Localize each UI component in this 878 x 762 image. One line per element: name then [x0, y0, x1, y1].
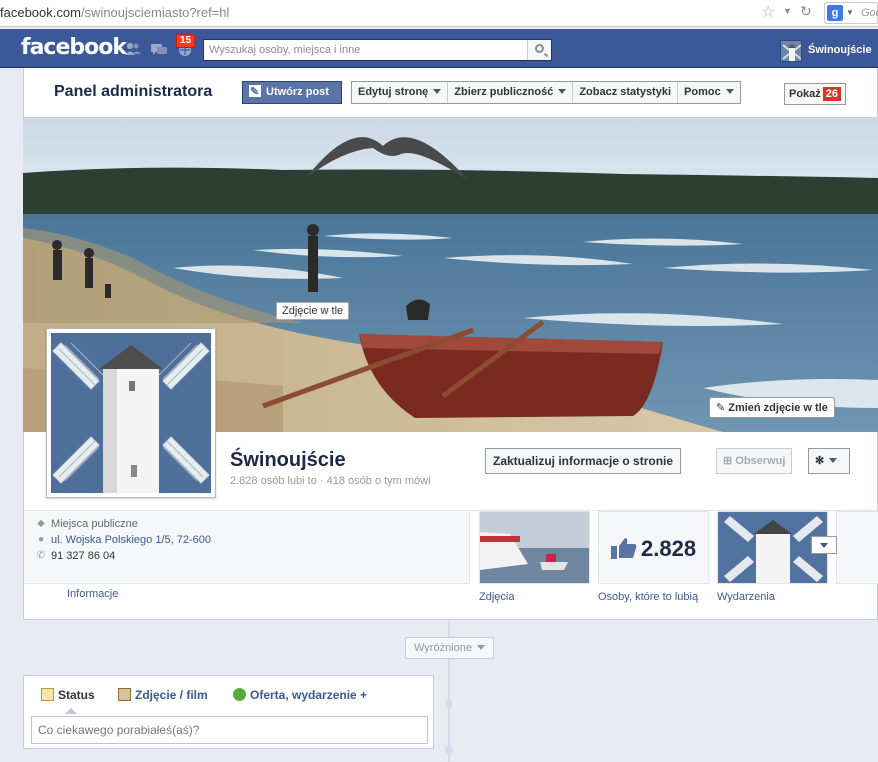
like-thumb-icon [611, 538, 637, 559]
admin-notifications-badge: 26 [822, 87, 842, 101]
tab-offer-label: Oferta, wydarzenie + [250, 688, 368, 702]
chevron-down-icon [820, 543, 828, 548]
photos-tile[interactable] [479, 511, 590, 584]
url-host: facebook.com [0, 5, 81, 20]
tab-offer-event[interactable]: Oferta, wydarzenie + [233, 688, 367, 702]
search-icon [535, 44, 544, 53]
featured-label: Wyróżnione [414, 642, 472, 654]
about-link[interactable]: Informacje [67, 588, 118, 600]
url-dropdown-icon[interactable]: ▼ [783, 6, 792, 16]
view-insights-label: Zobacz statystyki [579, 86, 672, 98]
follow-label: Obserwuj [735, 455, 786, 467]
change-cover-button[interactable]: ✎ Zmień zdjęcie w tle [709, 397, 835, 418]
address-text: ul. Wojska Polskiego 1/5, 72-600 [51, 534, 211, 546]
page-title[interactable]: Świnoujście [230, 449, 346, 472]
change-cover-label: Zmień zdjęcie w tle [728, 402, 828, 414]
offer-icon [233, 688, 246, 701]
reload-icon[interactable]: ↻ [800, 3, 812, 20]
category-text: Miejsca publiczne [51, 518, 138, 530]
chevron-down-icon [558, 89, 567, 94]
settings-dropdown-button[interactable]: ✻ [808, 448, 850, 474]
pencil-icon [249, 82, 261, 103]
chevron-down-icon [476, 645, 485, 650]
page-info-strip: ◆ Miejsca publiczne ● ul. Wojska Polskiego… [23, 510, 878, 620]
pencil-icon: ✎ [716, 402, 726, 414]
chevron-down-icon [433, 89, 442, 94]
status-note-icon [41, 688, 54, 701]
browser-url-bar[interactable]: facebook.com/swinoujsciemiasto?ref=hl ☆ … [0, 0, 878, 27]
edit-page-menu[interactable]: Edytuj stronę [352, 82, 449, 103]
update-info-button[interactable]: Zaktualizuj informacje o stronie [485, 448, 682, 474]
photos-label[interactable]: Zdjęcia [479, 591, 514, 603]
tab-status[interactable]: Status [41, 688, 95, 714]
gear-icon: ✻ [815, 455, 825, 467]
build-audience-label: Zbierz publiczność [454, 86, 554, 98]
google-icon: g [827, 5, 843, 21]
follow-icon: ⊞ [723, 455, 736, 467]
top-page-name-link[interactable]: Świnoujście [808, 44, 872, 56]
cover-photo-tooltip: Zdjęcie w tle [276, 302, 350, 320]
photo-icon [118, 688, 131, 701]
messages-icon[interactable] [150, 41, 168, 57]
search-engine-dropdown-icon[interactable]: ▼ [846, 8, 854, 17]
likes-label[interactable]: Osoby, które to lubią [598, 591, 698, 603]
facebook-top-bar: facebook 15 Świnoujście [0, 29, 878, 68]
map-pin-icon: ● [37, 534, 45, 545]
likes-count: 2.828 [641, 536, 697, 561]
category-row: ◆ Miejsca publiczne [37, 518, 138, 530]
phone-icon: ✆ [36, 550, 46, 561]
phone-row: ✆ 91 327 86 04 [37, 550, 116, 562]
about-box: ◆ Miejsca publiczne ● ul. Wojska Polskiego… [24, 511, 470, 584]
timeline-dot [445, 746, 453, 754]
url-path: /swinoujsciemiasto?ref=hl [80, 5, 230, 20]
show-label: Pokaż [789, 88, 821, 100]
page-avatar-small[interactable] [780, 40, 802, 62]
bookmark-star-icon[interactable]: ☆ [761, 2, 775, 22]
address-row[interactable]: ● ul. Wojska Polskiego 1/5, 72-600 [38, 534, 211, 546]
chevron-down-icon [829, 458, 838, 463]
chevron-down-icon [725, 89, 734, 94]
tab-photo-video[interactable]: Zdjęcie / film [118, 688, 208, 702]
windmill-image [51, 333, 211, 493]
search-input[interactable] [204, 40, 526, 60]
view-insights-button[interactable]: Zobacz statystyki [573, 82, 679, 103]
create-post-button[interactable]: Utwórz post [242, 81, 342, 104]
tab-photo-label: Zdjęcie / film [135, 688, 208, 702]
browser-search-box[interactable]: g ▼ Goo [824, 2, 878, 24]
edit-page-label: Edytuj stronę [358, 86, 429, 98]
tab-status-label: Status [58, 688, 95, 702]
search-box [203, 39, 552, 61]
admin-panel-title: Panel administratora [54, 83, 213, 100]
browser-search-placeholder: Goo [861, 7, 878, 19]
search-button[interactable] [527, 40, 551, 60]
help-menu[interactable]: Pomoc [678, 82, 740, 103]
phone-text: 91 327 86 04 [51, 550, 116, 562]
build-audience-menu[interactable]: Zbierz publiczność [448, 82, 574, 103]
admin-panel-bar: Panel administratora Utwórz post Edytuj … [23, 68, 878, 118]
create-post-label: Utwórz post [266, 86, 329, 98]
help-label: Pomoc [684, 86, 721, 98]
notifications-count-badge: 15 [176, 34, 196, 48]
status-input[interactable] [31, 716, 428, 744]
profile-picture[interactable] [46, 328, 216, 498]
featured-dropdown[interactable]: Wyróżnione [405, 637, 494, 659]
more-tiles-area [836, 511, 878, 584]
show-admin-panel-button[interactable]: Pokaż 26 [784, 83, 847, 105]
more-tiles-button[interactable] [811, 536, 837, 554]
url-text[interactable]: facebook.com/swinoujsciemiasto?ref=hl [0, 5, 229, 20]
friend-requests-icon[interactable] [124, 41, 142, 57]
follow-button[interactable]: ⊞ Obserwuj [716, 448, 793, 474]
page-like-stats: 2.828 osób lubi to · 418 osób o tym mówi [230, 475, 431, 487]
post-composer: Status Zdjęcie / film Oferta, wydarzenie… [23, 675, 434, 749]
admin-menu: Edytuj stronę Zbierz publiczność Zobacz … [351, 81, 741, 104]
likes-tile[interactable]: 2.828 [598, 511, 709, 584]
timeline-dot [445, 700, 453, 708]
events-label[interactable]: Wydarzenia [717, 591, 775, 603]
tag-icon: ◆ [37, 518, 45, 529]
facebook-logo[interactable]: facebook [21, 35, 127, 60]
